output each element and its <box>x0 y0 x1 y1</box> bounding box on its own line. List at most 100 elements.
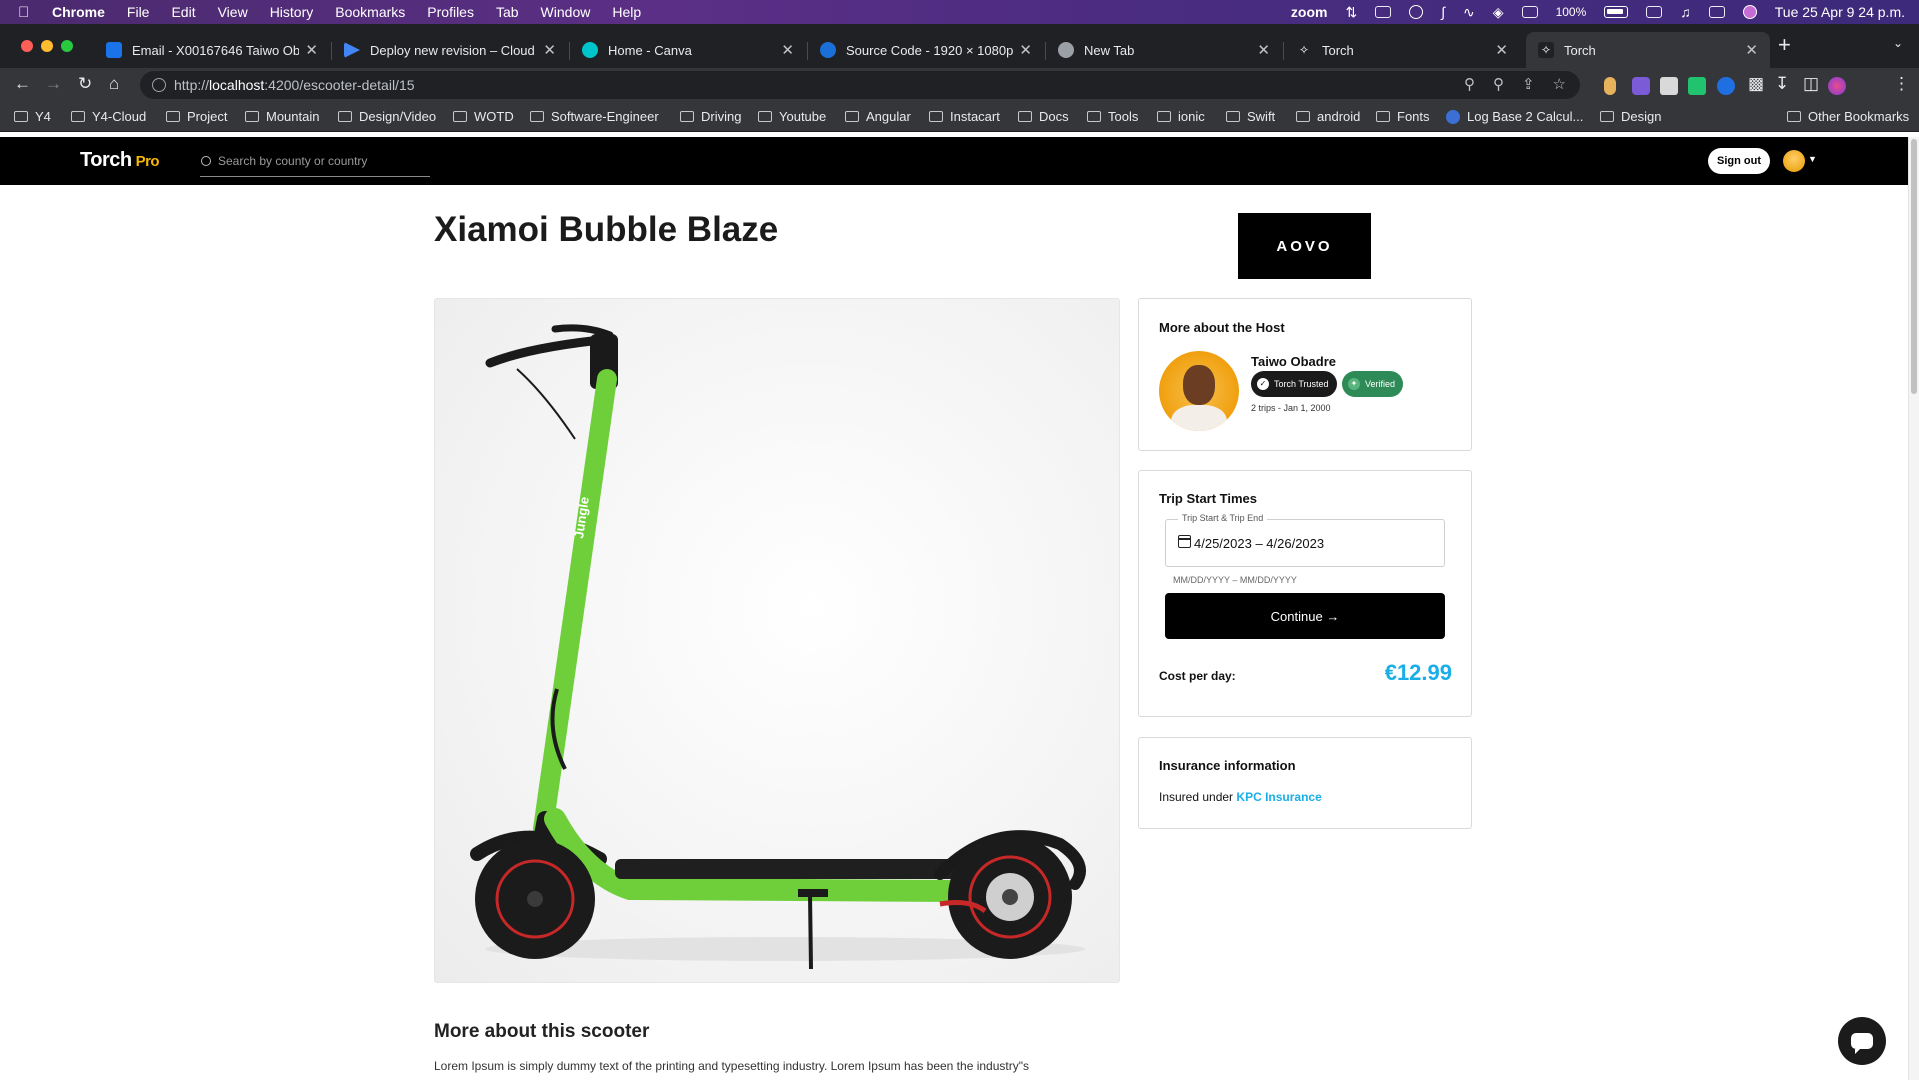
bookmark-folder[interactable]: Swift <box>1226 109 1275 124</box>
home-icon[interactable]: ⌂ <box>109 74 119 94</box>
bookmark-folder[interactable]: Angular <box>845 109 911 124</box>
close-window-button[interactable] <box>21 40 33 52</box>
bookmark-folder[interactable]: Design <box>1600 109 1661 124</box>
bookmark-folder[interactable]: Driving <box>680 109 741 124</box>
menu-help[interactable]: Help <box>612 4 641 20</box>
bookmark-folder[interactable]: Youtube <box>758 109 826 124</box>
tab-email[interactable]: Email - X00167646 Taiwo Obadre ✕ <box>94 32 330 68</box>
screen-icon[interactable] <box>1521 6 1538 18</box>
forward-icon[interactable]: → <box>45 74 62 94</box>
bookmark-folder[interactable]: Y4 <box>14 109 51 124</box>
control-center-icon[interactable] <box>1708 6 1725 18</box>
torch-logo[interactable]: Torch Pro <box>80 149 160 172</box>
menubar-clock[interactable]: Tue 25 Apr 9 24 p.m. <box>1775 4 1905 20</box>
page-scrollbar[interactable] <box>1908 137 1919 1080</box>
share-icon[interactable]: ⇪ <box>1522 75 1535 93</box>
volume-icon[interactable]: ♫ <box>1680 4 1691 20</box>
extension-honey-icon[interactable] <box>1604 77 1616 95</box>
display-icon[interactable] <box>1375 6 1392 18</box>
close-tab-icon[interactable]: ✕ <box>1745 41 1758 59</box>
tab-canva[interactable]: Home - Canva ✕ <box>570 32 806 68</box>
extension-image-icon[interactable] <box>1660 77 1678 95</box>
bookmark-link[interactable]: Log Base 2 Calcul... <box>1446 109 1583 124</box>
new-tab-button[interactable]: + <box>1778 32 1791 58</box>
tab-torch[interactable]: ✧ Torch ✕ <box>1284 32 1520 68</box>
extension-wave-icon[interactable] <box>1717 77 1735 95</box>
tab-source-code[interactable]: Source Code - 1920 × 1080px ✕ <box>808 32 1044 68</box>
bookmark-folder[interactable]: android <box>1296 109 1360 124</box>
extensions-puzzle-icon[interactable]: ▩ <box>1748 74 1764 94</box>
apple-menu-icon[interactable]:  <box>18 4 40 21</box>
site-info-icon[interactable] <box>152 78 166 92</box>
menu-view[interactable]: View <box>218 4 248 20</box>
close-tab-icon[interactable]: ✕ <box>1495 41 1508 59</box>
close-tab-icon[interactable]: ✕ <box>305 41 318 59</box>
siri-icon[interactable] <box>1742 5 1757 19</box>
menu-bookmarks[interactable]: Bookmarks <box>335 4 405 20</box>
bookmark-folder[interactable]: WOTD <box>453 109 514 124</box>
chevron-down-icon[interactable]: ▼ <box>1808 154 1817 164</box>
folder-icon <box>1087 111 1101 122</box>
search-input[interactable]: Search by county or country <box>200 149 430 177</box>
bookmark-folder[interactable]: Mountain <box>245 109 319 124</box>
bookmark-folder[interactable]: ionic <box>1157 109 1205 124</box>
bookmark-folder[interactable]: Instacart <box>929 109 1000 124</box>
extension-s-icon[interactable] <box>1632 77 1650 95</box>
tab-new-tab[interactable]: New Tab ✕ <box>1046 32 1282 68</box>
chat-button[interactable] <box>1838 1017 1886 1065</box>
bookmark-folder[interactable]: Project <box>166 109 227 124</box>
battery-icon[interactable] <box>1604 6 1629 18</box>
profile-avatar-icon[interactable] <box>1828 77 1846 95</box>
chrome-menu-icon[interactable]: ⋮ <box>1893 74 1910 94</box>
bookmark-star-icon[interactable]: ☆ <box>1553 75 1566 93</box>
other-bookmarks[interactable]: Other Bookmarks <box>1787 109 1909 124</box>
calendar-icon[interactable] <box>1178 535 1191 548</box>
upload-status-icon[interactable]: ⇅ <box>1345 4 1357 21</box>
maximize-window-button[interactable] <box>61 40 73 52</box>
download-icon[interactable]: ↧ <box>1775 74 1789 94</box>
bookmark-folder[interactable]: Fonts <box>1376 109 1430 124</box>
bookmark-folder[interactable]: Software-Engineer <box>530 109 659 124</box>
play-icon[interactable] <box>1409 5 1424 19</box>
menu-tab[interactable]: Tab <box>496 4 519 20</box>
zoom-icon[interactable]: ⚲ <box>1493 75 1504 93</box>
user-avatar[interactable] <box>1783 150 1805 172</box>
close-tab-icon[interactable]: ✕ <box>543 41 556 59</box>
host-name[interactable]: Taiwo Obadre <box>1251 354 1336 369</box>
minimize-window-button[interactable] <box>41 40 53 52</box>
side-panel-icon[interactable]: ◫ <box>1803 74 1819 94</box>
menu-app-chrome[interactable]: Chrome <box>52 4 105 20</box>
date-range-field[interactable]: Trip Start & Trip End 4/25/2023 – 4/26/2… <box>1165 513 1445 567</box>
bluetooth-icon[interactable]: ∫ <box>1441 4 1445 20</box>
sign-out-button[interactable]: Sign out <box>1708 148 1770 174</box>
host-avatar[interactable] <box>1159 351 1239 431</box>
bookmark-folder[interactable]: Tools <box>1087 109 1138 124</box>
activity-icon[interactable]: ∿ <box>1463 4 1475 21</box>
close-tab-icon[interactable]: ✕ <box>1019 41 1032 59</box>
close-tab-icon[interactable]: ✕ <box>781 41 794 59</box>
key-icon[interactable]: ⚲ <box>1464 75 1475 93</box>
zoom-status[interactable]: zoom <box>1291 4 1328 20</box>
menu-file[interactable]: File <box>127 4 150 20</box>
address-bar[interactable]: http://localhost:4200/escooter-detail/15… <box>140 71 1580 99</box>
tab-torch-active[interactable]: ✧ Torch ✕ <box>1526 32 1770 68</box>
tab-cloud-run[interactable]: Deploy new revision – Cloud Run ✕ <box>332 32 568 68</box>
bookmark-folder[interactable]: Y4-Cloud <box>71 109 146 124</box>
bookmark-folder[interactable]: Docs <box>1018 109 1069 124</box>
reload-icon[interactable]: ↻ <box>78 74 92 94</box>
screen-mirror-icon[interactable] <box>1646 6 1663 18</box>
menu-history[interactable]: History <box>270 4 314 20</box>
bookmark-folder[interactable]: Design/Video <box>338 109 436 124</box>
scrollbar-thumb[interactable] <box>1911 139 1917 394</box>
outlook-icon <box>106 42 122 58</box>
continue-button[interactable]: Continue → <box>1165 593 1445 639</box>
insurance-provider-link[interactable]: KPC Insurance <box>1236 790 1321 804</box>
back-icon[interactable]: ← <box>14 74 31 94</box>
menu-edit[interactable]: Edit <box>171 4 195 20</box>
extension-green-icon[interactable] <box>1688 77 1706 95</box>
close-tab-icon[interactable]: ✕ <box>1257 41 1270 59</box>
wifi-icon[interactable]: ◈ <box>1493 4 1504 21</box>
menu-profiles[interactable]: Profiles <box>427 4 474 20</box>
menu-window[interactable]: Window <box>541 4 591 20</box>
tab-search-chevron-icon[interactable]: ⌄ <box>1893 36 1903 50</box>
